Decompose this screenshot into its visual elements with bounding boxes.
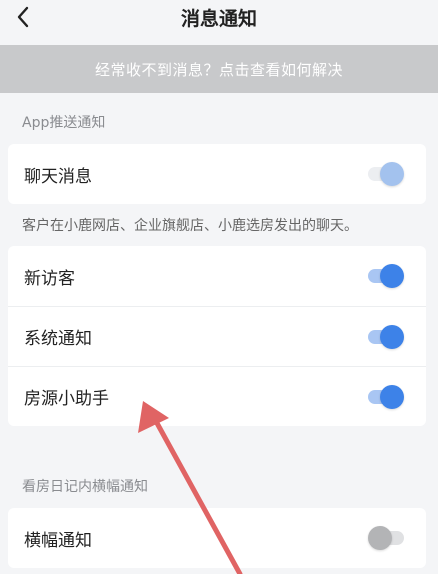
listing-helper-toggle[interactable]	[368, 384, 404, 409]
chat-description: 客户在小鹿网店、企业旗舰店、小鹿选房发出的聊天。	[22, 218, 358, 234]
banner-notice-toggle[interactable]	[368, 526, 404, 550]
new-visitor-toggle[interactable]	[368, 264, 404, 288]
card-chat: 聊天消息	[8, 144, 426, 204]
row-banner-notice: 横幅通知	[8, 508, 426, 568]
toggle-knob	[380, 324, 404, 349]
toggle-knob	[380, 162, 404, 186]
card-banner-notice: 横幅通知	[8, 508, 426, 568]
card-notifications: 新访客 系统通知 房源小助手	[8, 246, 426, 426]
chat-messages-toggle[interactable]	[368, 162, 404, 186]
system-notification-toggle[interactable]	[368, 324, 404, 349]
row-label: 房源小助手	[24, 389, 109, 409]
row-listing-helper: 房源小助手	[8, 366, 426, 426]
row-label: 系统通知	[24, 329, 92, 349]
section-label-banner-notice: 看房日记内横幅通知	[22, 479, 148, 495]
row-label: 横幅通知	[24, 530, 92, 551]
top-bar: 消息通知	[0, 0, 438, 40]
row-label: 新访客	[24, 268, 75, 289]
toggle-knob	[380, 264, 404, 288]
section-label-app-push: App推送通知	[22, 115, 106, 131]
row-new-visitor: 新访客	[8, 246, 426, 306]
row-label: 聊天消息	[24, 166, 92, 187]
row-chat-messages: 聊天消息	[8, 144, 426, 204]
page-title: 消息通知	[180, 8, 257, 30]
toggle-knob	[380, 384, 404, 409]
toggle-knob	[368, 526, 392, 550]
row-system-notification: 系统通知	[8, 306, 426, 366]
help-banner[interactable]: 经常收不到消息？点击查看如何解决	[0, 45, 438, 93]
